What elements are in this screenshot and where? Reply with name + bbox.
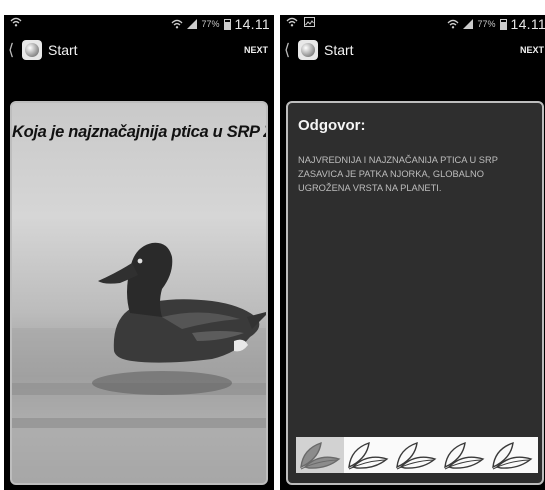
signal-icon xyxy=(187,19,198,29)
answer-card: Odgovor: NAJVREDNIJA I NAJZNAČANIJA PTIC… xyxy=(286,101,544,485)
image-notification-icon xyxy=(304,17,315,27)
wifi-icon xyxy=(448,19,459,29)
leaf-icon[interactable] xyxy=(488,437,536,473)
leaf-icon[interactable] xyxy=(392,437,440,473)
question-text: Koja je najznačajnija ptica u SRP Zasavi… xyxy=(12,123,266,141)
back-chevron-icon[interactable]: ⟨ xyxy=(284,40,294,60)
battery-percent: 77% xyxy=(201,19,220,29)
wifi-icon xyxy=(10,17,22,27)
action-bar: ⟨ Start NEXT xyxy=(280,33,545,67)
status-bar: 77% 14.11 xyxy=(280,15,545,33)
battery-icon xyxy=(223,18,231,30)
status-time: 14.11 xyxy=(234,16,270,32)
answer-screen: 77% 14.11 ⟨ Start NEXT Odgovor: NAJVREDN… xyxy=(280,15,545,490)
status-time: 14.11 xyxy=(510,16,545,32)
leaf-rating[interactable] xyxy=(296,437,538,473)
wifi-icon xyxy=(172,19,183,29)
signal-icon xyxy=(463,19,474,29)
screenshot-pair: 77% 14.11 ⟨ Start NEXT Koja je najznačaj… xyxy=(0,0,545,490)
action-bar-title: Start xyxy=(324,42,354,58)
question-screen: 77% 14.11 ⟨ Start NEXT Koja je najznačaj… xyxy=(4,15,274,490)
back-chevron-icon[interactable]: ⟨ xyxy=(8,40,18,60)
battery-percent: 77% xyxy=(477,19,496,29)
question-card: Koja je najznačajnija ptica u SRP Zasavi… xyxy=(10,101,268,485)
battery-icon xyxy=(499,18,507,30)
app-logo-icon[interactable] xyxy=(22,40,42,60)
app-logo-icon[interactable] xyxy=(298,40,318,60)
next-button[interactable]: NEXT xyxy=(520,45,544,55)
duck-image xyxy=(12,242,266,483)
next-button[interactable]: NEXT xyxy=(244,45,268,55)
leaf-icon[interactable] xyxy=(296,437,344,473)
leaf-icon[interactable] xyxy=(344,437,392,473)
answer-text: NAJVREDNIJA I NAJZNAČANIJA PTICA U SRP Z… xyxy=(298,155,498,193)
answer-title: Odgovor: xyxy=(298,117,366,134)
action-bar-title: Start xyxy=(48,42,78,58)
action-bar: ⟨ Start NEXT xyxy=(4,33,274,67)
leaf-icon[interactable] xyxy=(440,437,488,473)
wifi-icon xyxy=(286,17,298,27)
status-bar: 77% 14.11 xyxy=(4,15,274,33)
